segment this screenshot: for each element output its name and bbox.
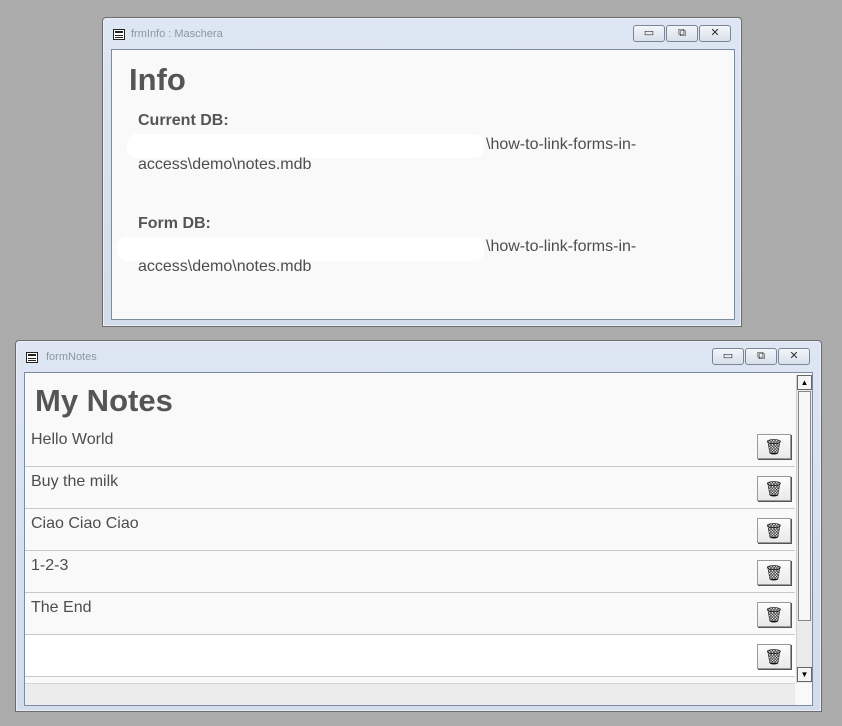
info-window-title: frmInfo : Maschera bbox=[131, 28, 223, 40]
trash-icon: 🗑 bbox=[764, 564, 784, 582]
minimize-button[interactable]: ▭ bbox=[633, 25, 665, 42]
restore-icon: ⧉ bbox=[757, 350, 765, 362]
note-text[interactable]: Buy the milk bbox=[31, 473, 118, 491]
info-window: frmInfo : Maschera ▭ ⧉ ✕ Info Current DB… bbox=[102, 17, 742, 327]
close-button[interactable]: ✕ bbox=[778, 348, 810, 365]
current-db-label: Current DB: bbox=[138, 112, 229, 129]
scroll-down-arrow-icon[interactable]: ▼ bbox=[797, 667, 812, 682]
scroll-up-arrow-icon[interactable]: ▲ bbox=[797, 375, 812, 390]
vertical-scrollbar[interactable]: ▲ ▼ bbox=[796, 375, 812, 683]
restore-button[interactable]: ⧉ bbox=[745, 348, 777, 365]
notes-client-area: My Notes Hello World 🗑 Buy the milk 🗑 Ci… bbox=[24, 372, 813, 706]
info-window-titlebar[interactable]: frmInfo : Maschera ▭ ⧉ ✕ bbox=[103, 18, 741, 48]
notes-heading: My Notes bbox=[35, 383, 173, 418]
form-db-label: Form DB: bbox=[138, 215, 211, 232]
delete-note-button[interactable]: 🗑 bbox=[757, 518, 791, 543]
note-text[interactable]: The End bbox=[31, 599, 91, 617]
trash-icon: 🗑 bbox=[764, 480, 784, 498]
form-icon bbox=[113, 29, 125, 40]
scrollbar-thumb[interactable] bbox=[798, 391, 811, 621]
close-icon: ✕ bbox=[789, 350, 799, 362]
form-db-path-line2: access\demo\notes.mdb bbox=[138, 258, 312, 275]
new-note-row[interactable]: 🗑 bbox=[25, 635, 795, 677]
info-client-area: Info Current DB: \how-to-link-forms-in- … bbox=[111, 49, 735, 320]
note-row[interactable]: The End 🗑 bbox=[25, 593, 795, 635]
restore-button[interactable]: ⧉ bbox=[666, 25, 698, 42]
note-row[interactable]: Hello World 🗑 bbox=[25, 425, 795, 467]
note-row[interactable]: Ciao Ciao Ciao 🗑 bbox=[25, 509, 795, 551]
trash-icon: 🗑 bbox=[764, 606, 784, 624]
minimize-icon: ▭ bbox=[722, 350, 734, 362]
notes-window-title: formNotes bbox=[46, 351, 97, 363]
note-row[interactable]: Buy the milk 🗑 bbox=[25, 467, 795, 509]
note-row[interactable]: 1-2-3 🗑 bbox=[25, 551, 795, 593]
note-text[interactable]: Hello World bbox=[31, 431, 113, 449]
note-text[interactable]: 1-2-3 bbox=[31, 557, 68, 575]
minimize-icon: ▭ bbox=[643, 27, 655, 39]
delete-note-button[interactable]: 🗑 bbox=[757, 644, 791, 669]
form-icon bbox=[26, 352, 38, 363]
form-db-path-line1: \how-to-link-forms-in- bbox=[486, 238, 637, 255]
trash-icon: 🗑 bbox=[764, 438, 784, 456]
close-button[interactable]: ✕ bbox=[699, 25, 731, 42]
current-db-path-line1: \how-to-link-forms-in- bbox=[486, 136, 637, 153]
record-footer bbox=[25, 683, 795, 705]
delete-note-button[interactable]: 🗑 bbox=[757, 560, 791, 585]
minimize-button[interactable]: ▭ bbox=[712, 348, 744, 365]
trash-icon: 🗑 bbox=[764, 522, 784, 540]
delete-note-button[interactable]: 🗑 bbox=[757, 602, 791, 627]
restore-icon: ⧉ bbox=[678, 27, 686, 39]
notes-window: formNotes ▭ ⧉ ✕ My Notes Hello World 🗑 B… bbox=[15, 340, 822, 712]
info-heading: Info bbox=[129, 62, 186, 97]
delete-note-button[interactable]: 🗑 bbox=[757, 476, 791, 501]
notes-window-titlebar[interactable]: formNotes ▭ ⧉ ✕ bbox=[16, 341, 821, 371]
close-icon: ✕ bbox=[710, 27, 720, 39]
trash-icon: 🗑 bbox=[764, 648, 784, 666]
delete-note-button[interactable]: 🗑 bbox=[757, 434, 791, 459]
current-db-path-line2: access\demo\notes.mdb bbox=[138, 156, 312, 173]
note-text[interactable]: Ciao Ciao Ciao bbox=[31, 515, 139, 533]
